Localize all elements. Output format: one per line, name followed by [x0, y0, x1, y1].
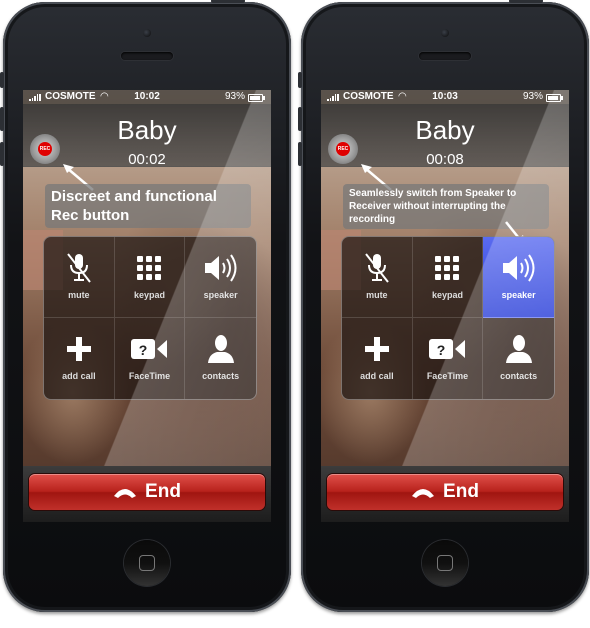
battery-percent: 93%: [522, 91, 543, 102]
speaker-icon: [204, 254, 237, 282]
mute-button[interactable]: mute: [342, 237, 413, 318]
keypad-button[interactable]: keypad: [114, 237, 186, 318]
call-screen: COSMOTE ◠ 10:02 93% Baby 00:02 REC Discr…: [23, 90, 271, 522]
speaker-button[interactable]: speaker: [483, 237, 554, 318]
front-camera: [143, 29, 151, 37]
home-square-icon: [139, 555, 155, 571]
keypad-icon: [435, 256, 460, 280]
mute-button[interactable]: mute: [44, 237, 115, 318]
keypad-label: keypad: [431, 290, 463, 300]
end-call-button[interactable]: End: [29, 474, 265, 510]
facetime-icon: ?: [429, 339, 466, 359]
contacts-button[interactable]: contacts: [483, 318, 554, 399]
caller-name: Baby: [117, 115, 177, 145]
facetime-button[interactable]: ? FaceTime: [115, 318, 186, 399]
mute-switch: [298, 72, 302, 88]
bottom-bar: End: [321, 466, 569, 522]
speaker-icon: [502, 254, 535, 282]
keypad-label: keypad: [133, 290, 165, 300]
volume-down-button: [298, 142, 302, 166]
home-button[interactable]: [422, 540, 468, 586]
phone-left: COSMOTE ◠ 10:02 93% Baby 00:02 REC Discr…: [0, 0, 291, 612]
add-call-label: add call: [62, 371, 96, 381]
battery-percent: 93%: [224, 91, 245, 102]
rec-button[interactable]: REC: [30, 134, 60, 164]
status-bar: COSMOTE ◠ 10:03 93%: [321, 90, 569, 104]
plus-icon: [364, 337, 389, 361]
earpiece: [121, 52, 173, 60]
facetime-label: FaceTime: [426, 371, 469, 381]
rec-icon: REC: [38, 142, 52, 156]
plus-icon: [66, 337, 91, 361]
call-header: Baby 00:02: [23, 104, 271, 168]
speaker-label: speaker: [203, 290, 238, 300]
phone-right: COSMOTE ◠ 10:03 93% Baby 00:08 REC Seaml…: [298, 0, 589, 612]
end-call-label: End: [443, 481, 479, 502]
add-call-button[interactable]: add call: [44, 318, 115, 399]
facetime-icon: ?: [131, 339, 168, 359]
svg-text:?: ?: [437, 342, 446, 358]
call-header: Baby 00:08: [321, 104, 569, 168]
call-screen: COSMOTE ◠ 10:03 93% Baby 00:08 REC Seaml…: [321, 90, 569, 522]
add-call-label: add call: [360, 371, 394, 381]
mute-label: mute: [366, 290, 388, 300]
power-button: [509, 0, 543, 3]
home-square-icon: [437, 555, 453, 571]
call-options-grid: mute keypad speaker add call ? FaceTime …: [43, 236, 257, 400]
keypad-icon: [137, 256, 162, 280]
mic-off-icon: [67, 253, 91, 283]
speaker-label: speaker: [501, 290, 536, 300]
contact-icon: [207, 335, 234, 363]
keypad-button[interactable]: keypad: [412, 237, 484, 318]
front-camera: [441, 29, 449, 37]
mute-label: mute: [68, 290, 90, 300]
hang-up-icon: [412, 489, 435, 498]
contacts-label: contacts: [202, 371, 240, 381]
end-call-button[interactable]: End: [327, 474, 563, 510]
status-bar: COSMOTE ◠ 10:02 93%: [23, 90, 271, 104]
speaker-button[interactable]: speaker: [185, 237, 256, 318]
contact-icon: [505, 335, 532, 363]
earpiece: [419, 52, 471, 60]
battery-icon: [546, 94, 563, 102]
power-button: [211, 0, 245, 3]
rec-icon: REC: [336, 142, 350, 156]
contacts-button[interactable]: contacts: [185, 318, 256, 399]
call-options-grid: mute keypad speaker add call ? FaceTime …: [341, 236, 555, 400]
facetime-button[interactable]: ? FaceTime: [413, 318, 484, 399]
contacts-label: contacts: [500, 371, 538, 381]
facetime-label: FaceTime: [128, 371, 171, 381]
svg-text:?: ?: [139, 342, 148, 358]
battery-icon: [248, 94, 265, 102]
add-call-button[interactable]: add call: [342, 318, 413, 399]
annotation-callout: Discreet and functional Rec button: [45, 184, 251, 228]
caller-name: Baby: [415, 115, 475, 145]
home-button[interactable]: [124, 540, 170, 586]
mic-off-icon: [365, 253, 389, 283]
end-call-label: End: [145, 481, 181, 502]
rec-button[interactable]: REC: [328, 134, 358, 164]
volume-up-button: [0, 107, 4, 131]
bottom-bar: End: [23, 466, 271, 522]
hang-up-icon: [114, 489, 137, 498]
volume-down-button: [0, 142, 4, 166]
volume-up-button: [298, 107, 302, 131]
mute-switch: [0, 72, 4, 88]
